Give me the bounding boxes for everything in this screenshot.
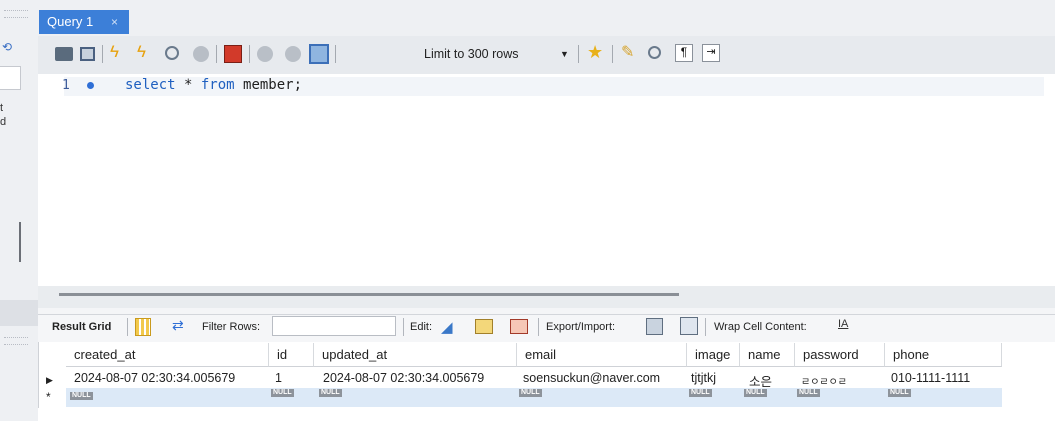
null-badge[interactable]: NULL: [70, 392, 93, 400]
toolbar-separator: [612, 45, 613, 63]
grid-empty-area: [38, 408, 1055, 421]
null-badge[interactable]: NULL: [888, 389, 911, 397]
edit-label: Edit:: [410, 321, 433, 333]
export-import-label: Export/Import:: [546, 321, 616, 333]
refresh-icon[interactable]: ⟲: [2, 40, 12, 54]
tab-query-1[interactable]: Query 1 ×: [39, 10, 129, 34]
commit-icon[interactable]: [257, 46, 273, 62]
line-number: 1: [62, 78, 70, 93]
null-badge[interactable]: NULL: [689, 389, 712, 397]
explain-icon[interactable]: [165, 46, 179, 60]
execute-current-icon[interactable]: ϟ: [137, 42, 155, 61]
column-header[interactable]: email: [517, 343, 687, 367]
column-header[interactable]: name: [740, 343, 795, 367]
column-header[interactable]: updated_at: [314, 343, 517, 367]
sql-table: member;: [234, 77, 303, 93]
invisible-chars-icon[interactable]: ¶: [675, 44, 693, 62]
sidebar-search-input[interactable]: [0, 66, 21, 90]
table-cell[interactable]: 2024-08-07 02:30:34.005679: [323, 371, 484, 385]
toolbar-separator: [216, 45, 217, 63]
tab-title: Query 1: [47, 14, 94, 29]
toggle-icon[interactable]: [224, 45, 242, 63]
schema-sidebar: ⟲ t d: [0, 0, 38, 421]
table-cell[interactable]: soensuckun@naver.com: [523, 371, 660, 385]
sidebar-text-fragment: t: [0, 102, 4, 114]
sql-operand: *: [175, 77, 201, 93]
column-header[interactable]: id: [269, 343, 314, 367]
limit-rows-select[interactable]: Limit to 300 rows ▼: [418, 43, 578, 67]
null-badge[interactable]: NULL: [271, 389, 294, 397]
table-cell[interactable]: 2024-08-07 02:30:34.005679: [74, 371, 235, 385]
close-icon[interactable]: ×: [111, 15, 118, 29]
open-folder-icon[interactable]: [55, 47, 73, 61]
statement-marker-icon: [87, 82, 94, 89]
sidebar-text-fragment: d: [0, 116, 7, 128]
result-grid-button[interactable]: Result Grid: [52, 321, 111, 333]
sql-editor[interactable]: [38, 74, 1055, 286]
sidebar-lower-panel: [0, 300, 38, 326]
table-cell[interactable]: tjtjtkj: [691, 371, 716, 385]
filter-rows-input[interactable]: [272, 316, 396, 336]
column-header[interactable]: image: [687, 343, 740, 367]
chevron-down-icon: ▼: [560, 49, 569, 59]
sql-keyword: select: [125, 77, 176, 93]
table-cell[interactable]: 010-1111-1111: [891, 371, 970, 385]
find-icon[interactable]: [648, 46, 661, 59]
column-header[interactable]: created_at: [66, 343, 269, 367]
table-cell[interactable]: 1: [275, 371, 282, 385]
column-header[interactable]: password: [795, 343, 885, 367]
toolbar-separator: [705, 318, 706, 336]
add-row-icon[interactable]: [475, 319, 493, 334]
limit-rows-label: Limit to 300 rows: [424, 47, 519, 61]
delete-row-icon[interactable]: [510, 319, 528, 334]
toolbar-separator: [249, 45, 250, 63]
column-header[interactable]: phone: [885, 343, 1002, 367]
refresh-rows-icon[interactable]: ⇄: [172, 317, 184, 334]
beautify-icon[interactable]: ✎: [621, 42, 639, 61]
toolbar-separator: [127, 318, 128, 336]
row-selector-icon[interactable]: ▶: [46, 375, 53, 386]
import-icon[interactable]: [680, 317, 698, 335]
wrap-cell-label: Wrap Cell Content:: [714, 321, 807, 333]
sql-keyword: from: [200, 77, 235, 93]
export-icon[interactable]: [646, 318, 663, 335]
sidebar-scrollbar[interactable]: [19, 222, 21, 262]
toolbar-separator: [538, 318, 539, 336]
scrollbar-thumb[interactable]: [59, 293, 679, 296]
execute-icon[interactable]: ϟ: [110, 42, 128, 61]
sql-text[interactable]: select * from member;: [125, 77, 302, 93]
rollback-icon[interactable]: [285, 46, 301, 62]
toolbar-separator: [102, 45, 103, 63]
tab-bar: [38, 0, 1055, 36]
wrap-icon[interactable]: ⇥: [702, 44, 720, 62]
sidebar-grip[interactable]: [4, 10, 28, 18]
toolbar-separator: [578, 45, 579, 63]
toolbar-separator: [335, 45, 336, 63]
table-cell[interactable]: 소은: [749, 371, 772, 390]
null-badge[interactable]: NULL: [797, 389, 820, 397]
table-cell[interactable]: ㄹㅇㄹㅇㄹ: [801, 373, 847, 388]
new-row-marker: *: [46, 390, 51, 404]
null-badge[interactable]: NULL: [319, 389, 342, 397]
stop-icon[interactable]: [193, 46, 209, 62]
filter-rows-label: Filter Rows:: [202, 321, 261, 333]
bookmark-icon[interactable]: ★: [587, 42, 605, 62]
sidebar-grip[interactable]: [4, 337, 28, 345]
form-editor-icon[interactable]: [135, 318, 151, 336]
edit-row-icon[interactable]: ◢: [441, 318, 453, 336]
null-badge[interactable]: NULL: [744, 389, 767, 397]
null-badge[interactable]: NULL: [519, 389, 542, 397]
autocommit-icon[interactable]: [309, 44, 329, 64]
save-icon[interactable]: [80, 47, 95, 61]
wrap-cell-icon[interactable]: IA: [838, 318, 848, 330]
editor-horizontal-scrollbar[interactable]: [38, 286, 1055, 308]
toolbar-separator: [403, 318, 404, 336]
